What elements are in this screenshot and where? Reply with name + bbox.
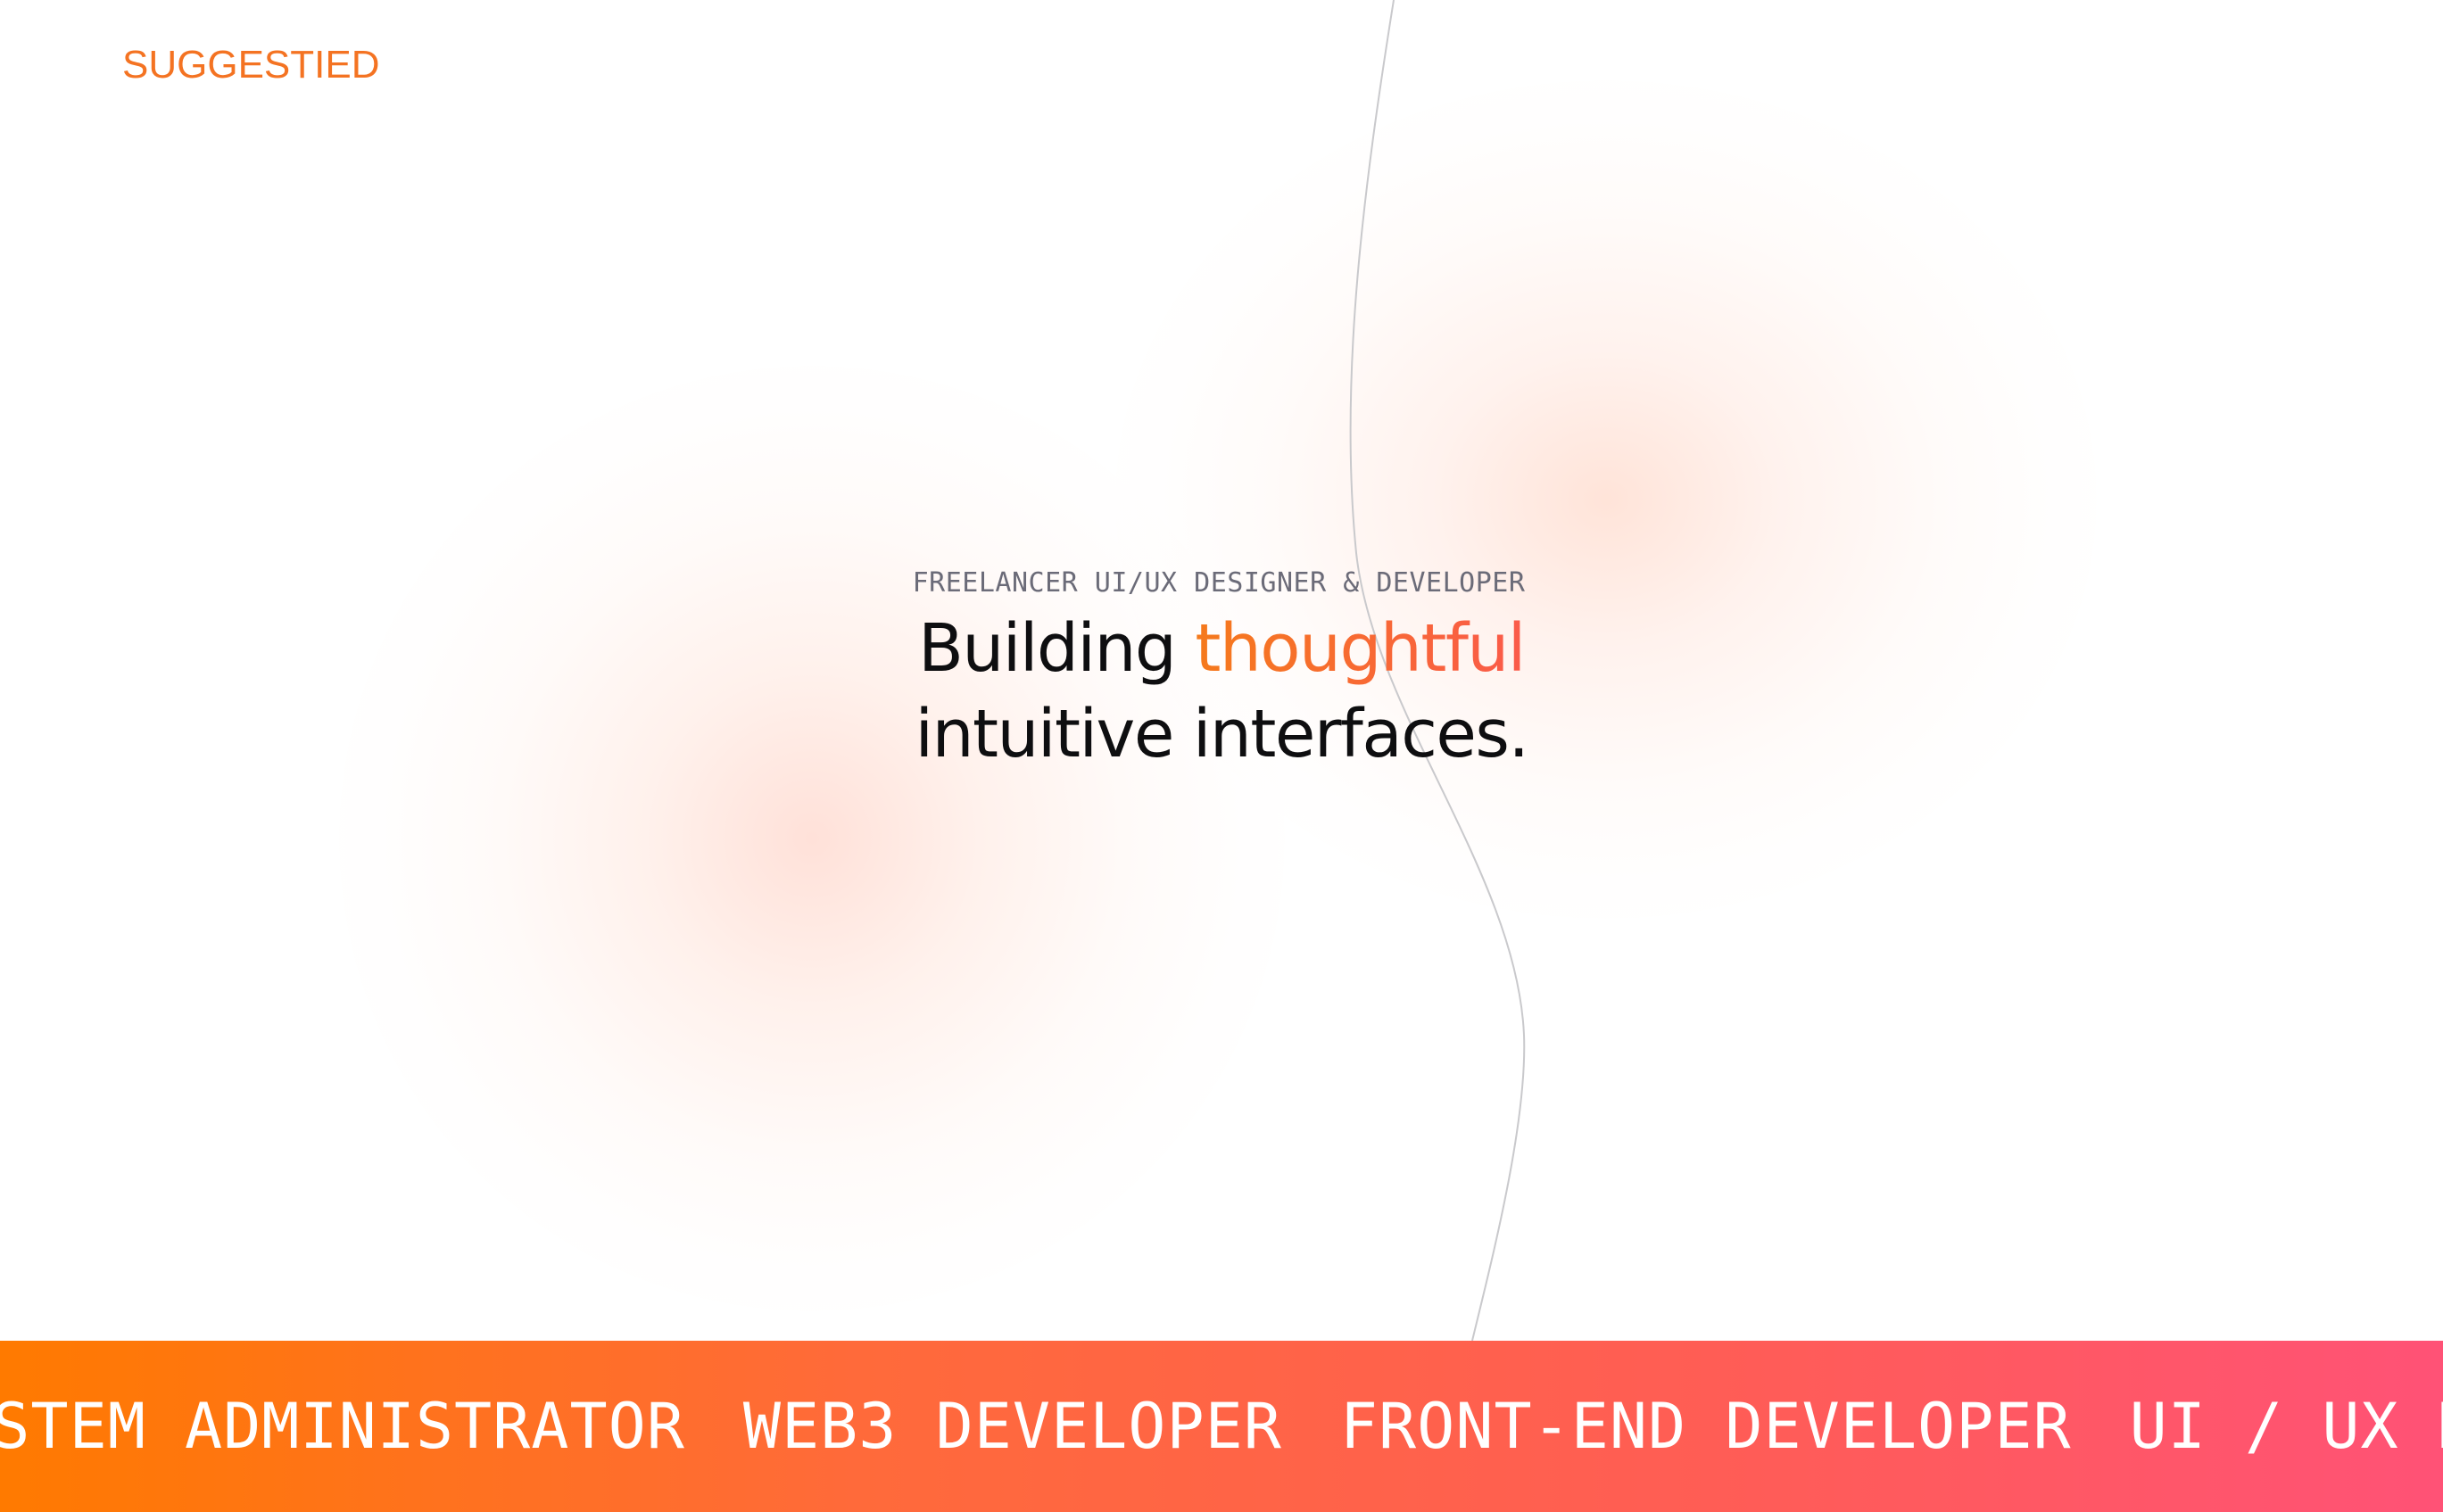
headline-part-building: Building [918,610,1196,687]
roles-ticker: SYSTEM ADMINISTRATOR WEB3 DEVELOPER FRON… [0,1341,2443,1512]
headline-line-two: intuitive interfaces. [915,696,1529,773]
ticker-item: FRONT-END DEVELOPER [1339,1390,2072,1463]
ticker-track: SYSTEM ADMINISTRATOR WEB3 DEVELOPER FRON… [0,1341,2443,1512]
landing-page: SUGGESTIED FREELANCER UI/UX DESIGNER & D… [0,0,2443,1512]
ticker-item: WEB3 DEVELOPER [742,1390,1282,1463]
headline-accent-word: thoughtful [1195,610,1526,687]
site-logo[interactable]: SUGGESTIED [122,43,380,87]
ticker-item: SYSTEM ADMINISTRATOR [0,1390,685,1463]
hero-section: FREELANCER UI/UX DESIGNER & DEVELOPER Bu… [0,567,2443,777]
hero-headline: Building thoughtful intuitive interfaces… [0,606,2443,777]
hero-eyebrow: FREELANCER UI/UX DESIGNER & DEVELOPER [912,567,1526,599]
ticker-item: UI / UX DESIGNER [2129,1390,2443,1463]
